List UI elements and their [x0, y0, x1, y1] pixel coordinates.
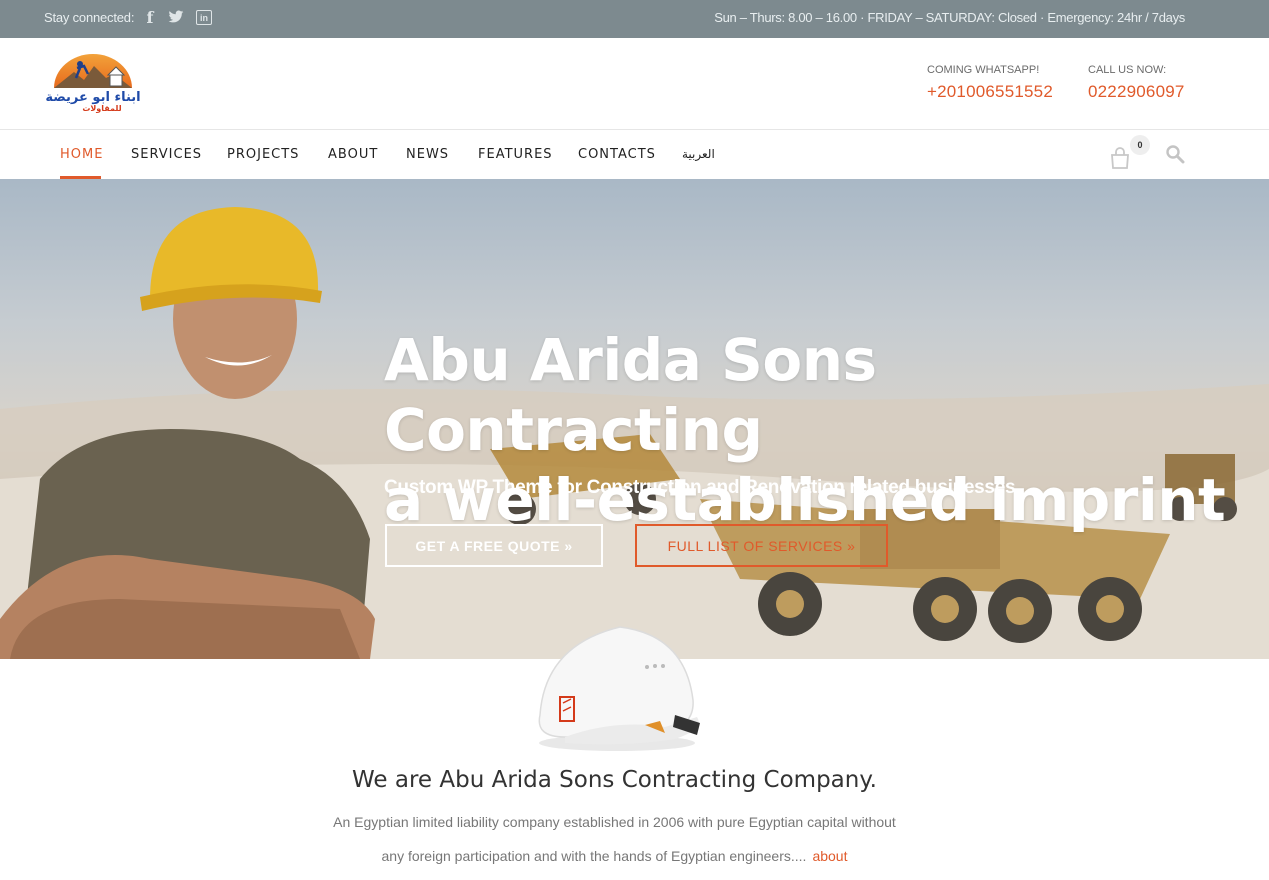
- linkedin-icon[interactable]: in: [196, 10, 212, 25]
- nav-features[interactable]: FEATURES: [478, 147, 553, 162]
- nav-contacts[interactable]: CONTACTS: [578, 147, 656, 162]
- company-logo[interactable]: ابناء ابو عريضة للمقاولات: [44, 52, 142, 114]
- hero-title: Abu Arida Sons Contracting a well-establ…: [384, 325, 1269, 535]
- stay-connected-label: Stay connected:: [44, 10, 135, 25]
- hero-title-line-1: Abu Arida Sons Contracting: [384, 326, 877, 464]
- intro-text-line-2: any foreign participation and with the h…: [0, 848, 1229, 864]
- nav-about[interactable]: ABOUT: [328, 147, 378, 162]
- free-quote-button[interactable]: GET A FREE QUOTE »: [385, 524, 603, 567]
- cart-icon[interactable]: [1108, 146, 1132, 170]
- phone-contact: CALL US NOW: 0222906097: [1088, 64, 1185, 102]
- main-nav: HOME SERVICES PROJECTS ABOUT NEWS FEATUR…: [0, 130, 1269, 179]
- hero-slider: Abu Arida Sons Contracting a well-establ…: [0, 179, 1269, 659]
- intro-title: We are Abu Arida Sons Contracting Compan…: [352, 767, 877, 793]
- site-header: ابناء ابو عريضة للمقاولات COMING WHATSAP…: [0, 38, 1269, 130]
- whatsapp-label: COMING WHATSAPP!: [927, 64, 1040, 76]
- svg-text:للمقاولات: للمقاولات: [82, 104, 121, 113]
- opening-hours: Sun – Thurs: 8.00 – 16.00 · FRIDAY – SAT…: [714, 10, 1185, 25]
- phone-number[interactable]: 0222906097: [1088, 82, 1185, 102]
- svg-text:ابناء ابو عريضة: ابناء ابو عريضة: [45, 90, 140, 105]
- services-list-button[interactable]: FULL LIST OF SERVICES »: [635, 524, 888, 567]
- whatsapp-number[interactable]: +201006551552: [927, 82, 1053, 102]
- helmet-icon: [525, 615, 710, 755]
- whatsapp-contact: COMING WHATSAPP! +201006551552: [927, 64, 1053, 102]
- nav-projects[interactable]: PROJECTS: [227, 147, 299, 162]
- nav-arabic[interactable]: العربية: [682, 147, 715, 161]
- top-bar: Stay connected: f in Sun – Thurs: 8.00 –…: [0, 0, 1269, 38]
- facebook-icon[interactable]: f: [142, 8, 158, 27]
- nav-home[interactable]: HOME: [60, 147, 103, 162]
- about-link[interactable]: about: [812, 848, 847, 864]
- nav-news[interactable]: NEWS: [406, 147, 449, 162]
- twitter-icon[interactable]: [168, 9, 184, 25]
- cart-count-badge: 0: [1130, 135, 1150, 155]
- search-icon[interactable]: [1165, 144, 1185, 164]
- nav-services[interactable]: SERVICES: [131, 147, 202, 162]
- call-label: CALL US NOW:: [1088, 64, 1167, 76]
- intro-text-line-1: An Egyptian limited liability company es…: [333, 814, 896, 830]
- hero-subtitle: Custom WP Theme for Construction and Ren…: [384, 477, 1016, 498]
- intro-text-line-2-content: any foreign participation and with the h…: [381, 848, 807, 864]
